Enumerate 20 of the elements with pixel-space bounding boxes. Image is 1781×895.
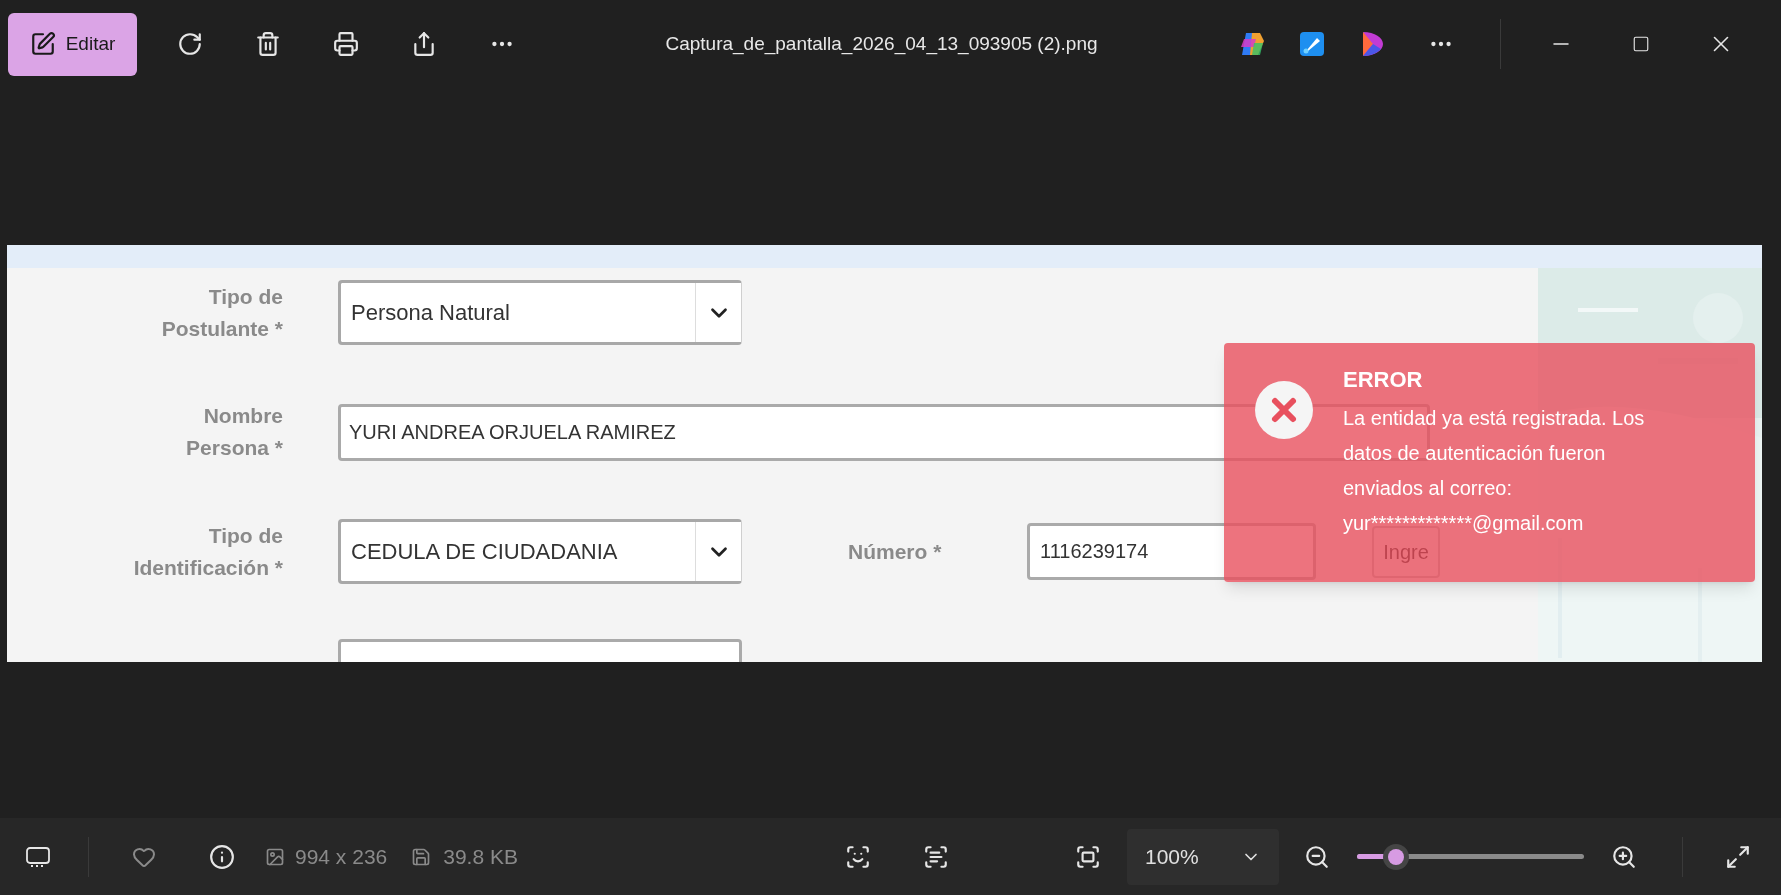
- select-field[interactable]: Persona Natural: [338, 280, 742, 345]
- select-field[interactable]: CEDULA DE CIUDADANIA: [338, 519, 742, 584]
- error-icon: [1254, 381, 1313, 439]
- image-dimensions: 994 x 236: [295, 843, 388, 870]
- zoom-dropdown[interactable]: 100%: [1127, 828, 1279, 885]
- file-size: 39.8 KB: [443, 843, 518, 870]
- select-value: CEDULA DE CIUDADANIA: [351, 538, 619, 566]
- window-title: Captura_de_pantalla_2026_04_13_093905 (2).png: [665, 31, 1098, 57]
- cut-off-select-field[interactable]: [338, 639, 742, 662]
- edit-icon: [29, 31, 56, 57]
- save-icon: [411, 846, 432, 867]
- field-label: Tipo de Identificación *: [132, 522, 283, 581]
- number-label: Número *: [848, 538, 943, 565]
- field-label: Tipo de Postulante *: [160, 283, 283, 342]
- slider-thumb[interactable]: [1382, 843, 1409, 870]
- toast-title: ERROR: [1343, 366, 1424, 394]
- edit-button[interactable]: Editar: [8, 12, 137, 76]
- resolution-icon: [265, 846, 285, 867]
- field-label: Nombre Persona *: [185, 403, 283, 461]
- select-value: Persona Natural: [351, 299, 511, 327]
